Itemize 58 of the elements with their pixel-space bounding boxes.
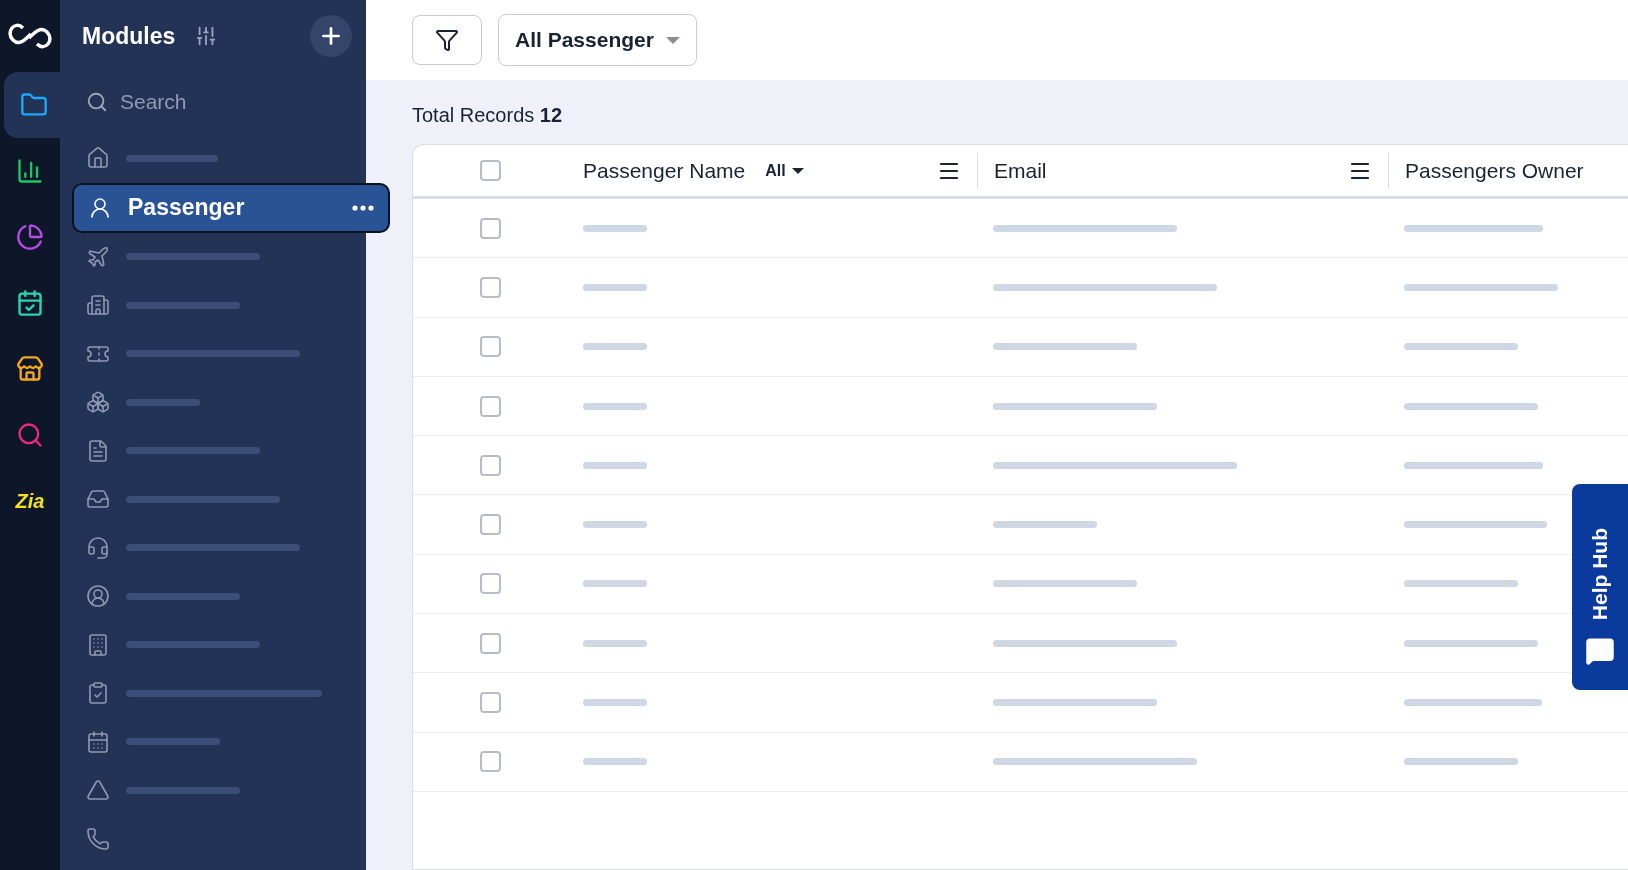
row-checkbox[interactable] (480, 217, 501, 239)
row-checkbox[interactable] (480, 632, 501, 654)
module-label: Passenger (128, 194, 245, 221)
clipboard-check-icon (86, 681, 110, 706)
filter-button[interactable] (412, 15, 482, 65)
search-field[interactable]: Search (118, 89, 302, 115)
skeleton-bar (583, 758, 647, 766)
add-button[interactable] (310, 15, 352, 57)
building-icon (86, 293, 110, 318)
row-checkbox[interactable] (480, 514, 501, 536)
column-filter[interactable]: All (765, 161, 804, 180)
settings-icon[interactable] (195, 25, 218, 47)
user-icon (88, 195, 112, 220)
zia-logo: Zia (15, 489, 45, 513)
home-icon (86, 146, 110, 171)
skeleton-bar (583, 343, 647, 351)
plane-icon (86, 244, 110, 269)
row-checkbox[interactable] (480, 454, 501, 476)
help-hub-label: Help Hub (1588, 527, 1612, 620)
column-header: Passengers Owner (1405, 158, 1584, 183)
total-records: Total Records 12 (411, 103, 564, 126)
skeleton-bar (583, 402, 647, 410)
skeleton-bar (583, 580, 647, 588)
column-header: Email (994, 158, 1047, 183)
view-dropdown[interactable]: All Passenger (498, 14, 697, 66)
skeleton-bar (583, 639, 647, 647)
row-checkbox[interactable] (480, 692, 501, 713)
column-header: Passenger Name (583, 158, 746, 183)
skeleton-bar (583, 521, 647, 529)
more-button[interactable] (352, 204, 374, 211)
caret-icon (791, 167, 804, 174)
boxes-icon (86, 390, 110, 415)
search-icon (86, 91, 108, 113)
more-icon (352, 204, 374, 211)
chat-icon (1585, 636, 1615, 666)
skeleton-bar (583, 699, 647, 706)
row-checkbox[interactable] (480, 276, 501, 298)
office-icon (86, 632, 110, 657)
triangle-icon (86, 778, 110, 803)
select-all-checkbox[interactable] (480, 160, 501, 181)
calendar-icon (86, 729, 110, 754)
panel-title: Modules (82, 22, 176, 50)
row-checkbox[interactable] (480, 336, 501, 358)
caret-icon (665, 36, 680, 44)
user-circle-icon (86, 584, 110, 609)
filter-icon (435, 28, 459, 52)
row-checkbox[interactable] (480, 751, 501, 773)
skeleton-bar (583, 224, 647, 232)
skeleton-bar (583, 283, 647, 291)
skeleton-bar (583, 461, 647, 469)
help-hub-tab[interactable]: Help Hub (1572, 484, 1628, 690)
row-checkbox[interactable] (480, 395, 501, 417)
module-item-selected[interactable]: Passenger (72, 182, 390, 233)
phone-icon (86, 826, 110, 851)
headset-icon (86, 535, 110, 560)
rail-button[interactable]: Zia (0, 468, 60, 534)
document-icon (86, 438, 110, 463)
row-checkbox[interactable] (480, 573, 501, 595)
